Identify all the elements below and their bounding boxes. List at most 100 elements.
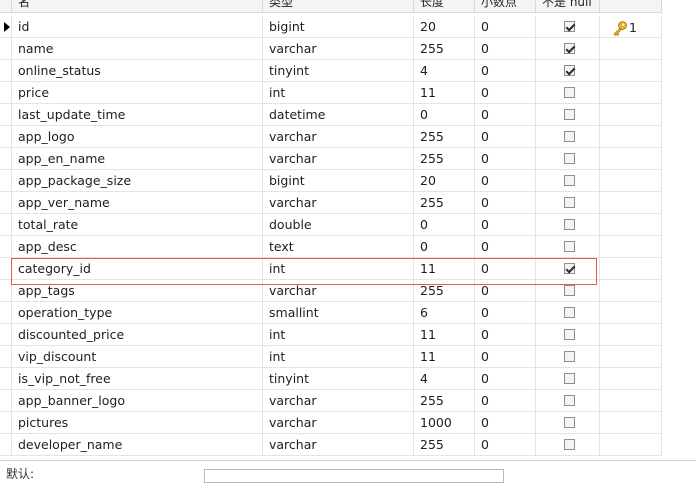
field-type-cell[interactable]: tinyint — [263, 60, 414, 81]
field-decimals-cell[interactable]: 0 — [475, 368, 536, 389]
field-type-cell[interactable]: bigint — [263, 16, 414, 37]
field-length-cell[interactable]: 255 — [414, 126, 475, 147]
field-name-cell[interactable]: discounted_price — [12, 324, 263, 345]
not-null-checkbox[interactable] — [564, 87, 575, 98]
table-row[interactable]: online_status tinyint 4 0 — [0, 60, 662, 82]
field-decimals-cell[interactable]: 0 — [475, 346, 536, 367]
row-indicator-cell[interactable] — [0, 280, 12, 301]
field-length-cell[interactable]: 255 — [414, 390, 475, 411]
field-length-cell[interactable]: 255 — [414, 148, 475, 169]
field-length-cell[interactable]: 255 — [414, 192, 475, 213]
field-length-cell[interactable]: 0 — [414, 104, 475, 125]
field-decimals-cell[interactable]: 0 — [475, 434, 536, 455]
not-null-checkbox[interactable] — [564, 65, 575, 76]
field-name-cell[interactable]: app_banner_logo — [12, 390, 263, 411]
row-indicator-cell[interactable] — [0, 214, 12, 235]
field-name-cell[interactable]: vip_discount — [12, 346, 263, 367]
field-decimals-cell[interactable]: 0 — [475, 214, 536, 235]
field-decimals-cell[interactable]: 0 — [475, 390, 536, 411]
table-row[interactable]: discounted_price int 11 0 — [0, 324, 662, 346]
field-type-cell[interactable]: int — [263, 258, 414, 279]
field-name-cell[interactable]: online_status — [12, 60, 263, 81]
field-length-cell[interactable]: 0 — [414, 214, 475, 235]
not-null-checkbox[interactable] — [564, 285, 575, 296]
table-row[interactable]: operation_type smallint 6 0 — [0, 302, 662, 324]
not-null-checkbox[interactable] — [564, 417, 575, 428]
field-name-cell[interactable]: last_update_time — [12, 104, 263, 125]
field-length-cell[interactable]: 4 — [414, 60, 475, 81]
field-type-cell[interactable]: varchar — [263, 192, 414, 213]
field-decimals-cell[interactable]: 0 — [475, 302, 536, 323]
default-value-input[interactable] — [204, 469, 504, 483]
row-indicator-cell[interactable] — [0, 170, 12, 191]
not-null-checkbox[interactable] — [564, 351, 575, 362]
field-name-cell[interactable]: app_desc — [12, 236, 263, 257]
field-length-cell[interactable]: 20 — [414, 170, 475, 191]
field-name-cell[interactable]: price — [12, 82, 263, 103]
field-name-cell[interactable]: operation_type — [12, 302, 263, 323]
field-decimals-cell[interactable]: 0 — [475, 82, 536, 103]
field-type-cell[interactable]: int — [263, 324, 414, 345]
field-decimals-cell[interactable]: 0 — [475, 170, 536, 191]
table-row[interactable]: last_update_time datetime 0 0 — [0, 104, 662, 126]
field-type-cell[interactable]: double — [263, 214, 414, 235]
field-type-cell[interactable]: int — [263, 346, 414, 367]
header-type[interactable]: 类型 — [263, 0, 414, 13]
row-indicator-cell[interactable] — [0, 148, 12, 169]
field-type-cell[interactable]: varchar — [263, 280, 414, 301]
field-decimals-cell[interactable]: 0 — [475, 148, 536, 169]
field-decimals-cell[interactable]: 0 — [475, 236, 536, 257]
not-null-checkbox[interactable] — [564, 197, 575, 208]
field-name-cell[interactable]: app_package_size — [12, 170, 263, 191]
field-length-cell[interactable]: 1000 — [414, 412, 475, 433]
field-length-cell[interactable]: 4 — [414, 368, 475, 389]
field-type-cell[interactable]: int — [263, 82, 414, 103]
not-null-checkbox[interactable] — [564, 43, 575, 54]
field-decimals-cell[interactable]: 0 — [475, 126, 536, 147]
table-row[interactable]: app_tags varchar 255 0 — [0, 280, 662, 302]
table-row[interactable]: id bigint 20 0 1 — [0, 16, 662, 38]
not-null-checkbox[interactable] — [564, 439, 575, 450]
row-indicator-cell[interactable] — [0, 192, 12, 213]
row-indicator-cell[interactable] — [0, 16, 12, 37]
field-type-cell[interactable]: varchar — [263, 412, 414, 433]
field-length-cell[interactable]: 11 — [414, 258, 475, 279]
row-indicator-cell[interactable] — [0, 258, 12, 279]
field-type-cell[interactable]: varchar — [263, 434, 414, 455]
table-row[interactable]: total_rate double 0 0 — [0, 214, 662, 236]
header-length[interactable]: 长度 — [414, 0, 475, 13]
field-type-cell[interactable]: text — [263, 236, 414, 257]
not-null-checkbox[interactable] — [564, 219, 575, 230]
field-length-cell[interactable]: 255 — [414, 280, 475, 301]
not-null-checkbox[interactable] — [564, 241, 575, 252]
field-type-cell[interactable]: varchar — [263, 390, 414, 411]
field-name-cell[interactable]: id — [12, 16, 263, 37]
not-null-checkbox[interactable] — [564, 263, 575, 274]
table-row[interactable]: developer_name varchar 255 0 — [0, 434, 662, 456]
field-name-cell[interactable]: category_id — [12, 258, 263, 279]
row-indicator-cell[interactable] — [0, 434, 12, 455]
field-name-cell[interactable]: developer_name — [12, 434, 263, 455]
table-row[interactable]: app_desc text 0 0 — [0, 236, 662, 258]
field-decimals-cell[interactable]: 0 — [475, 280, 536, 301]
row-indicator-cell[interactable] — [0, 412, 12, 433]
not-null-checkbox[interactable] — [564, 307, 575, 318]
row-indicator-cell[interactable] — [0, 104, 12, 125]
field-length-cell[interactable]: 255 — [414, 38, 475, 59]
not-null-checkbox[interactable] — [564, 109, 575, 120]
not-null-checkbox[interactable] — [564, 395, 575, 406]
field-decimals-cell[interactable]: 0 — [475, 16, 536, 37]
field-length-cell[interactable]: 255 — [414, 434, 475, 455]
table-row[interactable]: app_banner_logo varchar 255 0 — [0, 390, 662, 412]
field-type-cell[interactable]: tinyint — [263, 368, 414, 389]
field-type-cell[interactable]: varchar — [263, 126, 414, 147]
field-length-cell[interactable]: 0 — [414, 236, 475, 257]
not-null-checkbox[interactable] — [564, 175, 575, 186]
field-name-cell[interactable]: app_logo — [12, 126, 263, 147]
not-null-checkbox[interactable] — [564, 131, 575, 142]
field-length-cell[interactable]: 11 — [414, 324, 475, 345]
table-row[interactable]: vip_discount int 11 0 — [0, 346, 662, 368]
field-type-cell[interactable]: datetime — [263, 104, 414, 125]
field-length-cell[interactable]: 20 — [414, 16, 475, 37]
field-decimals-cell[interactable]: 0 — [475, 38, 536, 59]
